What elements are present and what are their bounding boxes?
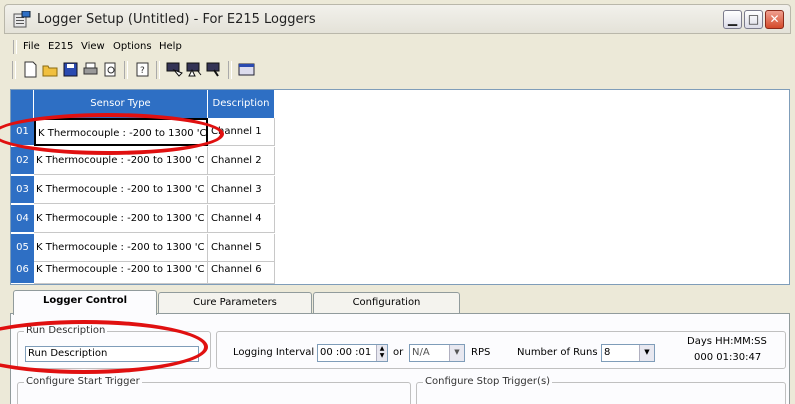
menu-help[interactable]: Help [159,41,182,52]
row-number[interactable]: 06 [11,256,34,284]
logging-interval-spinner[interactable]: ▲ ▼ [376,345,387,361]
description-cell[interactable]: Channel 2 [208,147,275,175]
logger-upload-icon[interactable] [186,61,203,78]
number-of-runs-value: 8 [604,347,611,358]
logging-interval-value: 00 :00 :01 [320,347,372,358]
sensor-type-cell[interactable]: K Thermocouple : -200 to 1300 'C [34,176,208,204]
row-number[interactable]: 02 [11,147,34,175]
duration-value: 000 01:30:47 [694,352,762,363]
run-description-group: Run Description Run Description [17,325,211,369]
toolbar-separator [124,61,128,79]
grid-corner[interactable] [11,90,34,118]
toolbar-separator [228,61,232,79]
table-row[interactable]: 02 K Thermocouple : -200 to 1300 'C Chan… [11,147,275,176]
column-header-sensor-type[interactable]: Sensor Type [34,90,208,118]
print-preview-icon[interactable] [102,61,119,78]
table-row[interactable]: 01 K Thermocouple : -200 to 1300 'C Chan… [11,118,275,147]
menu-bar: File E215 View Options Help [10,38,790,56]
column-header-description[interactable]: Description [208,90,275,118]
close-button[interactable]: ✕ [765,10,784,29]
menu-e215[interactable]: E215 [48,41,73,52]
chevron-down-icon[interactable]: ▼ [449,345,464,361]
window-title: Logger Setup (Untitled) - For E215 Logge… [37,12,316,27]
rps-value: N/A [412,347,430,358]
minimize-button[interactable]: ▁ [723,10,742,29]
sensor-type-cell[interactable]: K Thermocouple : -200 to 1300 'C [34,147,208,175]
tab-configuration[interactable]: Configuration [313,292,460,314]
number-of-runs-label: Number of Runs [517,347,598,358]
run-description-group-label: Run Description [24,325,108,336]
toolbar-separator [156,61,160,79]
save-icon[interactable] [62,61,79,78]
menu-grip[interactable] [13,40,17,54]
table-row[interactable]: 06 K Thermocouple : -200 to 1300 'C Chan… [11,256,275,285]
row-number[interactable]: 04 [11,205,34,233]
application-window: Logger Setup (Untitled) - For E215 Logge… [0,0,795,404]
number-of-runs-select[interactable]: 8 ▼ [601,344,655,362]
menu-view[interactable]: View [81,41,105,52]
logger-control-panel: Run Description Run Description Logging … [10,313,790,404]
description-cell[interactable]: Channel 1 [208,118,275,146]
description-cell[interactable]: Channel 4 [208,205,275,233]
new-file-icon[interactable] [22,61,39,78]
description-cell[interactable]: Channel 6 [208,256,275,284]
logger-download-icon[interactable] [166,61,183,78]
logging-interval-input[interactable]: 00 :00 :01 ▲ ▼ [317,344,388,362]
tab-cure-parameters[interactable]: Cure Parameters [158,292,312,314]
open-folder-icon[interactable] [42,61,59,78]
row-number[interactable]: 01 [11,118,34,146]
print-icon[interactable] [82,61,99,78]
run-description-input[interactable]: Run Description [25,346,199,362]
logging-settings-group: Logging Interval 00 :00 :01 ▲ ▼ or N/A ▼ … [216,331,786,369]
toolbar-grip [12,61,16,79]
chevron-down-icon[interactable]: ▼ [639,345,654,361]
maximize-button[interactable]: □ [744,10,763,29]
svg-text:?: ? [140,66,145,76]
tab-strip: Logger Control Cure Parameters Configura… [10,290,790,315]
stop-trigger-group-label: Configure Stop Trigger(s) [423,376,553,387]
table-row[interactable]: 04 K Thermocouple : -200 to 1300 'C Chan… [11,205,275,234]
title-bar[interactable]: Logger Setup (Untitled) - For E215 Logge… [4,4,791,34]
start-trigger-group-label: Configure Start Trigger [24,376,142,387]
duration-header: Days HH:MM:SS [687,336,767,347]
sensor-type-cell[interactable]: K Thermocouple : -200 to 1300 'C [34,256,208,284]
data-view-icon[interactable] [238,61,255,78]
start-trigger-group: Configure Start Trigger [17,376,411,404]
table-row[interactable]: 03 K Thermocouple : -200 to 1300 'C Chan… [11,176,275,205]
or-label: or [393,347,404,358]
toolbar: ? [10,58,790,82]
stop-trigger-group: Configure Stop Trigger(s) [416,376,786,404]
app-icon [13,11,31,28]
row-number[interactable]: 03 [11,176,34,204]
help-icon[interactable]: ? [134,61,151,78]
menu-file[interactable]: File [23,41,40,52]
description-cell[interactable]: Channel 3 [208,176,275,204]
channel-grid: Sensor Type Description 01 K Thermocoupl… [10,89,790,285]
sensor-type-cell[interactable]: K Thermocouple : -200 to 1300 'C [34,118,208,146]
logger-connect-icon[interactable] [206,61,223,78]
sensor-type-cell[interactable]: K Thermocouple : -200 to 1300 'C [34,205,208,233]
logging-interval-label: Logging Interval [233,347,315,358]
menu-options[interactable]: Options [113,41,152,52]
rps-select[interactable]: N/A ▼ [409,344,465,362]
rps-label: RPS [471,347,491,358]
tab-logger-control[interactable]: Logger Control [13,290,157,315]
